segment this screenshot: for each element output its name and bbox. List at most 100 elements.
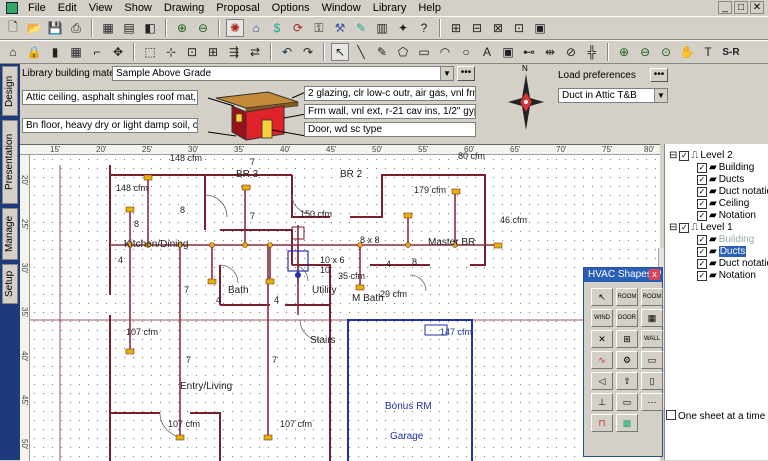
room-label[interactable]: BR 3 [236,169,258,180]
tree-item[interactable]: ✓ ▰ Building [697,162,754,173]
checkbox-icon[interactable]: ✓ [697,186,707,197]
checkbox-icon[interactable]: ✓ [697,174,707,185]
checkbox-icon[interactable]: ✓ [697,162,707,173]
zoom-in-icon[interactable]: ⊕ [173,19,191,37]
paint-icon[interactable]: ▮ [46,43,64,61]
chevron-down-icon[interactable]: ▼ [440,67,453,80]
redo-icon[interactable]: ↷ [299,43,317,61]
distribute-icon[interactable]: ⇄ [246,43,264,61]
pan-icon[interactable]: ✋ [678,43,696,61]
one-sheet-checkbox[interactable] [666,410,676,420]
checkbox-icon[interactable]: ✓ [697,258,707,269]
tree-item[interactable]: ✓ ▰ Ducts [697,246,747,257]
checkbox-icon[interactable]: ✓ [697,210,707,221]
shape-rect[interactable]: ▭ [616,393,638,411]
circle-icon[interactable]: ○ [457,43,475,61]
ungroup-icon[interactable]: ⊞ [204,43,222,61]
menu-view[interactable]: View [83,0,119,16]
library-icon[interactable]: ▤ [120,19,138,37]
room-label[interactable]: Bath [228,285,249,296]
tree-item[interactable]: ✓ ▰ Duct notatio [697,186,768,197]
select-icon[interactable]: ⌐ [88,43,106,61]
grid-icon[interactable]: ▦ [99,19,117,37]
shape-room[interactable]: ROOM [616,288,638,306]
checkbox-icon[interactable]: ✓ [697,198,707,209]
tab-presentation[interactable]: Presentation [2,120,18,204]
zoom-in-icon[interactable]: ⊕ [615,43,633,61]
menu-drawing[interactable]: Drawing [158,0,210,16]
new-icon[interactable]: 🗋 [4,19,22,37]
tab-setup[interactable]: Setup [2,264,18,304]
marker-icon[interactable]: ⊘ [562,43,580,61]
sr-icon[interactable]: S-R [720,43,742,61]
tree-item[interactable]: ✓ ▰ Building [697,234,754,245]
checkbox-icon[interactable]: ✓ [697,234,707,245]
shape-room-alt[interactable]: ROOM [641,288,663,306]
rectangle-icon[interactable]: ▭ [415,43,433,61]
polygon-icon[interactable]: ⬠ [394,43,412,61]
menu-proposal[interactable]: Proposal [210,0,265,16]
collapse-icon[interactable]: ⊟ [669,150,677,161]
maximize-button[interactable]: □ [734,1,748,14]
menu-show[interactable]: Show [118,0,158,16]
tree-level-1[interactable]: ⊟ ✓ ⎍ Level 1 [669,222,733,233]
shape-window[interactable]: WIND [591,309,613,327]
tab-design[interactable]: Design [2,66,18,116]
shape-wall[interactable]: WALL [641,330,663,348]
room-label[interactable]: Bonus RM [385,401,432,412]
shape-grille[interactable]: ▦ [641,309,663,327]
text-tool-icon[interactable]: T [699,43,717,61]
building-icon[interactable]: ⌂ [247,19,265,37]
glazing-field[interactable]: 2 glazing, clr low-c outr, air gas, vnl … [304,86,476,101]
line-icon[interactable]: ╲ [352,43,370,61]
room-label[interactable]: M Bath [352,293,384,304]
arc-icon[interactable]: ◠ [436,43,454,61]
menu-window[interactable]: Window [316,0,367,16]
checkbox-icon[interactable]: ✓ [679,150,690,161]
close-button[interactable]: ✕ [750,1,764,14]
room-label[interactable]: BR 2 [340,169,362,180]
rotate-icon[interactable]: ⬚ [141,43,159,61]
checkbox-icon[interactable]: ✓ [679,222,690,233]
shape-arrow-up[interactable]: ⇧ [616,372,638,390]
shapes-icon[interactable]: ◧ [141,19,159,37]
shape-door[interactable]: DOOR [616,309,638,327]
tree-item[interactable]: ✓ ▰ Ceiling [697,198,749,209]
room-label[interactable]: Garage [390,431,423,442]
roof-material-field[interactable]: Attic ceiling, asphalt shingles roof mat… [22,90,198,105]
load-more-button[interactable]: ••• [650,68,668,82]
library-more-button[interactable]: ••• [457,66,475,81]
shape-dash[interactable]: ⋯ [641,393,663,411]
minimize-button[interactable]: _ [718,1,732,14]
equipment-icon[interactable]: $ [268,19,286,37]
shape-pipe[interactable]: ⊓ [591,414,613,432]
shape-unit[interactable]: ▩ [616,414,638,432]
zoom-out-icon[interactable]: ⊖ [636,43,654,61]
tree-level-2[interactable]: ⊟ ✓ ⎍ Level 2 [669,150,733,161]
shape-register[interactable]: ▭ [641,351,663,369]
collapse-icon[interactable]: ⊟ [669,222,677,233]
image-icon[interactable]: ▣ [499,43,517,61]
wall-field[interactable]: Frm wall, vnl ext, r-21 cav ins, 1/2" gy… [304,104,476,119]
pointer-icon[interactable]: ↖ [331,43,349,61]
arrange-icon[interactable]: ⇶ [225,43,243,61]
tree-item[interactable]: ✓ ▰ Duct notatio [697,258,768,269]
lock-icon[interactable]: 🔒 [25,43,43,61]
wizard-icon[interactable]: ✦ [394,19,412,37]
floor-plan[interactable]: Kitchen/Dining BR 3 BR 2 Master BR Bath … [30,151,660,461]
layout-c-icon[interactable]: ⊠ [489,19,507,37]
room-label[interactable]: Stairs [310,335,336,346]
wall-icon[interactable]: ⇹ [541,43,559,61]
shape-damper[interactable]: ◁ [591,372,613,390]
group-icon[interactable]: ⊡ [183,43,201,61]
compass[interactable]: N [508,64,544,136]
tab-manage[interactable]: Manage [2,208,18,260]
save-icon[interactable]: 💾 [46,19,64,37]
menu-help[interactable]: Help [412,0,447,16]
pencil-icon[interactable]: ✎ [373,43,391,61]
shape-cross[interactable]: ✕ [591,330,613,348]
checkbox-icon[interactable]: ✓ [697,270,707,281]
room-label[interactable]: Entry/Living [180,381,232,392]
shape-heater[interactable]: ∿ [591,351,613,369]
align-icon[interactable]: ⊹ [162,43,180,61]
